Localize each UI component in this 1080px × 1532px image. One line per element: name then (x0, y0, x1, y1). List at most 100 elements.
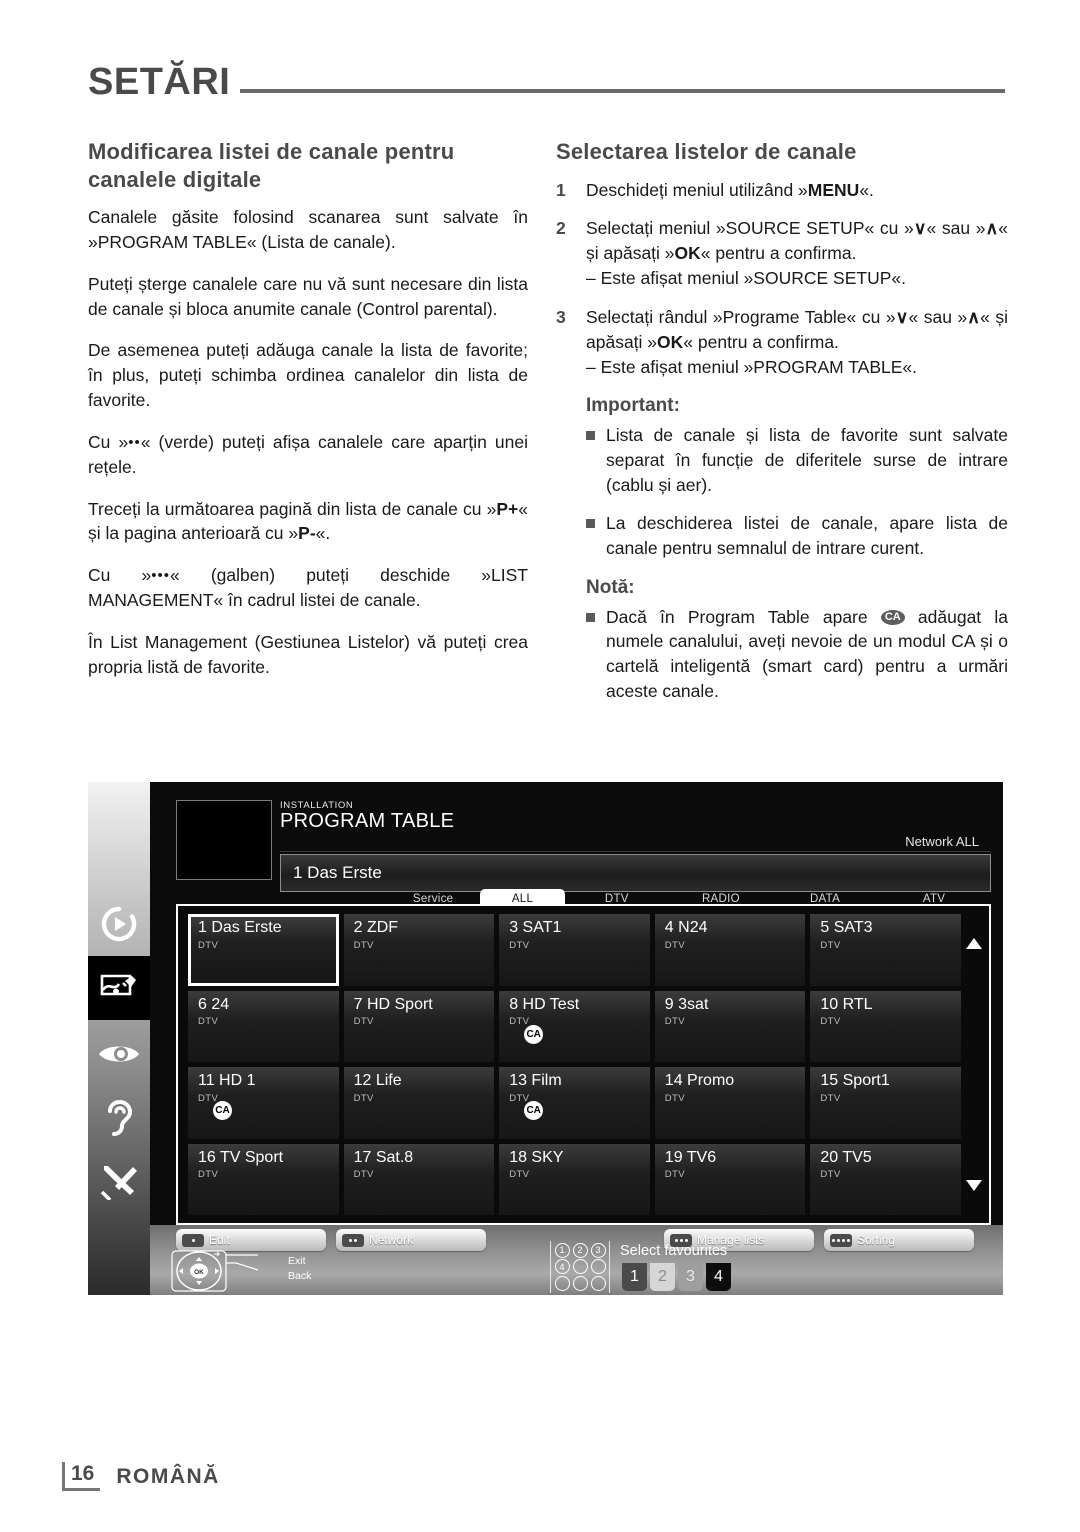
channel-type: DTV (353, 1016, 374, 1028)
numpad-key-blank (590, 1276, 606, 1292)
channel-name: 15 Sport1 (820, 1072, 890, 1089)
tv-title-block: INSTALLATION PROGRAM TABLE Network ALL (280, 800, 991, 852)
key-up-arrow: ∧ (967, 306, 981, 327)
text-fragment: Selectați meniul »SOURCE SETUP« cu » (586, 218, 914, 239)
channel-cell[interactable]: 12 Life DTV (343, 1067, 495, 1139)
svg-text:OK: OK (194, 1269, 204, 1276)
channel-type: DTV (198, 939, 219, 951)
text-fragment: «. (315, 523, 331, 544)
key-menu: MENU (807, 179, 860, 200)
step-result: – Este afișat meniul »SOURCE SETUP«. (586, 268, 906, 289)
ca-badge-icon: CA (880, 609, 905, 625)
step-number: 1 (556, 179, 566, 200)
ca-badge-icon: CA (524, 1101, 544, 1120)
channel-name: 14 Promo (664, 1072, 735, 1089)
favourite-box-3[interactable]: 3 (678, 1263, 703, 1291)
channel-cell[interactable]: 17 Sat.8 DTV (343, 1143, 495, 1215)
installation-icon[interactable] (88, 956, 150, 1020)
softkey-network[interactable]: Network (336, 1229, 486, 1251)
softkey-label: Network (369, 1233, 414, 1247)
channel-type: DTV (353, 1169, 374, 1181)
text-fragment: « pentru a confirma. (700, 243, 857, 264)
channel-name: 6 24 (198, 995, 230, 1013)
channel-grid: 1 Das Erste DTV 2 ZDF DTV 3 SAT1 DTV 4 N24 D… (188, 914, 961, 1215)
channel-name: 13 Film (509, 1072, 562, 1089)
channel-cell[interactable]: 2 ZDF DTV (343, 914, 495, 986)
key-p-minus: P- (298, 523, 316, 544)
channel-cell[interactable]: 14 Promo DTV (654, 1067, 806, 1139)
red-key-dots-icon (182, 1233, 204, 1247)
channel-name: 19 TV6 (664, 1148, 717, 1166)
channel-grid-panel: 1 Das Erste DTV 2 ZDF DTV 3 SAT1 DTV 4 N24 D… (176, 904, 991, 1225)
step-number: 3 (556, 306, 566, 327)
channel-cell[interactable]: 6 24 DTV (188, 990, 339, 1062)
channel-name: 8 HD Test (509, 995, 580, 1013)
scroll-down-icon[interactable] (966, 1180, 982, 1191)
text-fragment: Treceți la următoarea pagină din lista d… (88, 498, 497, 519)
channel-type: DTV (198, 1016, 219, 1028)
channel-cell[interactable]: 4 N24 DTV (654, 914, 806, 986)
numpad-key-blank (590, 1259, 606, 1275)
network-label: Network ALL (905, 834, 979, 849)
channel-name: 4 N24 (664, 919, 708, 936)
channel-cell[interactable]: 20 TV5 DTV (810, 1143, 961, 1215)
text-fragment: «. (859, 179, 874, 200)
page-footer: 16 ROMÂNĂ (62, 1462, 220, 1491)
tv-sidebar (88, 782, 150, 1295)
text-fragment: « (verde) puteți afișa canalele care apa… (88, 431, 528, 477)
paragraph: În List Management (Gestiunea Listelor) … (88, 631, 528, 677)
favourites-zone: 1 2 3 4 Select favourites 1 2 3 4 (550, 1241, 950, 1293)
channel-cell[interactable]: 18 SKY DTV (499, 1143, 650, 1215)
softkey-edit[interactable]: Edit (176, 1229, 326, 1251)
channel-cell[interactable]: 13 Film DTV CA (499, 1067, 650, 1139)
channel-type: DTV (509, 1169, 530, 1181)
channel-cell[interactable]: 15 Sport1 DTV (810, 1067, 961, 1139)
channel-name: 17 Sat.8 (353, 1148, 414, 1166)
channel-cell[interactable]: 16 TV Sport DTV (188, 1143, 339, 1215)
favourite-box-2[interactable]: 2 (650, 1263, 675, 1291)
text-fragment: Cu » (88, 565, 152, 586)
channel-cell[interactable]: 10 RTL DTV (810, 990, 961, 1062)
channel-name: 1 Das Erste (198, 919, 282, 936)
step-text: Selectați rândul »Programe Table« cu »∨«… (586, 305, 1008, 380)
channel-type: DTV (353, 939, 374, 951)
key-down-arrow: ∨ (913, 218, 927, 239)
channel-cell[interactable]: 5 SAT3 DTV (810, 914, 961, 986)
paragraph-page-keys: Treceți la următoarea pagină din lista d… (88, 497, 528, 547)
step-item: 2 Selectați meniul »SOURCE SETUP« cu »∨ «… (556, 216, 1008, 291)
sound-ear-icon[interactable] (88, 1086, 150, 1150)
text-fragment: « pentru a confirma. (683, 331, 839, 352)
channel-cell[interactable]: 7 HD Sport DTV (343, 990, 495, 1062)
picture-eye-icon[interactable] (88, 1022, 150, 1086)
preview-thumbnail (176, 800, 272, 880)
favourite-box-1[interactable]: 1 (622, 1263, 647, 1291)
media-play-icon[interactable] (88, 892, 150, 956)
softkey-label: Edit (209, 1233, 230, 1247)
green-key-dots-icon: •• (128, 433, 141, 451)
channel-name: 5 SAT3 (820, 919, 873, 936)
step-text: Deschideți meniul utilizând »MENU«. (586, 178, 1008, 203)
numpad-key-blank (572, 1276, 588, 1292)
channel-type: DTV (509, 939, 530, 951)
favourite-box-4[interactable]: 4 (706, 1263, 731, 1291)
text-fragment: « sau » (908, 306, 968, 327)
exit-label: Exit (288, 1255, 306, 1267)
select-favourites-label: Select favourites (620, 1243, 728, 1259)
menu-title: PROGRAM TABLE (280, 810, 455, 832)
scroll-up-icon[interactable] (966, 938, 982, 949)
settings-tools-icon[interactable] (88, 1150, 150, 1214)
channel-cell[interactable]: 3 SAT1 DTV (499, 914, 650, 986)
channel-cell[interactable]: 11 HD 1 DTV CA (188, 1067, 339, 1139)
step-number: 2 (556, 218, 566, 239)
numpad-key-blank (572, 1259, 588, 1275)
paragraph: De asemenea puteți adăuga canale la list… (88, 340, 528, 411)
channel-cell[interactable]: 9 3sat DTV (654, 990, 806, 1062)
left-section-heading: Modificarea listei de canale pentru cana… (88, 139, 455, 192)
channel-cell[interactable]: 8 HD Test DTV CA (499, 990, 650, 1062)
channel-type: DTV (820, 939, 841, 951)
text-fragment: Cu » (88, 431, 129, 452)
important-list: Lista de canale și lista de favorite sun… (586, 423, 1008, 560)
channel-cell[interactable]: 19 TV6 DTV (654, 1143, 806, 1215)
right-column: Selectarea listelor de canale 1 Deschide… (556, 138, 1008, 717)
channel-cell[interactable]: 1 Das Erste DTV (188, 914, 339, 986)
